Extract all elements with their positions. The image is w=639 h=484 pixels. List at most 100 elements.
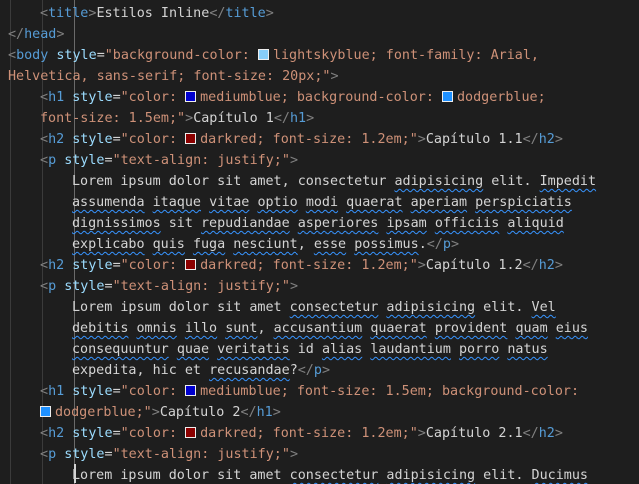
text-content (298, 195, 306, 210)
code-line[interactable]: explicabo quis fuga nesciunt, esse possi… (8, 234, 459, 255)
code-line[interactable]: dodgerblue;">Capítulo 2</h1> (8, 402, 281, 423)
punctuation: < (40, 6, 49, 21)
text-content: elit. (475, 300, 532, 315)
punctuation: > (289, 153, 298, 168)
spelling-warning: consequuntur (72, 342, 169, 357)
text-content (548, 321, 556, 336)
attribute-value: "text-align: justify;" (112, 447, 290, 462)
punctuation: < (40, 132, 49, 147)
text-content: Capítulo 1.2 (425, 258, 523, 273)
color-swatch-icon[interactable] (40, 406, 51, 417)
tag-name: p (313, 363, 322, 378)
spelling-warning: alias (321, 342, 363, 357)
attribute-value: "color: (120, 258, 186, 273)
punctuation: </ (209, 6, 226, 21)
text-content (177, 321, 185, 336)
text-content: = (104, 153, 113, 168)
text-content (403, 195, 411, 210)
attribute-name: style (56, 48, 97, 63)
attribute-value: dodgerblue; (456, 90, 546, 105)
color-swatch-icon[interactable] (185, 427, 197, 438)
color-swatch-icon[interactable] (185, 259, 197, 270)
spelling-warning: quam (515, 321, 548, 336)
code-line[interactable]: <h2 style="color: darkred; font-size: 1.… (8, 255, 563, 276)
code-line[interactable]: assumenda itaque vitae optio modi quaera… (8, 192, 572, 213)
spelling-warning: dignissimos (72, 216, 161, 231)
color-swatch-icon[interactable] (185, 133, 197, 144)
spelling-warning: aliquid (507, 216, 564, 231)
code-line[interactable]: consequuntur quae veritatis id alias lau… (8, 339, 548, 360)
punctuation: </ (8, 27, 25, 42)
tag-name: p (48, 447, 57, 462)
color-swatch-icon[interactable] (185, 385, 197, 396)
tag-name: p (442, 237, 451, 252)
text-content: elit. (483, 174, 540, 189)
text-content: Capítulo 2 (159, 405, 241, 420)
attribute-value: "text-align: justify;" (112, 153, 290, 168)
color-swatch-icon[interactable] (441, 91, 453, 102)
punctuation: </ (297, 363, 314, 378)
spelling-warning: eius (555, 321, 588, 336)
punctuation: > (56, 27, 65, 42)
code-line[interactable]: <p style="text-align: justify;"> (8, 150, 298, 171)
code-editor[interactable]: <title>Estilos Inline</title> </head> <bod… (0, 0, 639, 484)
code-line[interactable]: <h1 style="color: mediumblue; font-size:… (8, 381, 579, 402)
spelling-warning: perspiciatis (475, 195, 572, 210)
punctuation: < (40, 258, 49, 273)
code-line[interactable]: Helvetica, sans-serif; font-size: 20px;"… (8, 66, 339, 87)
code-line[interactable]: </head> (8, 24, 64, 45)
color-swatch-icon[interactable] (257, 49, 269, 60)
tag-name: h2 (48, 258, 65, 273)
text-content: Capítulo 1.1 (425, 132, 523, 147)
text-content: = (112, 258, 121, 273)
spelling-warning: nesciunt (233, 237, 298, 252)
punctuation: </ (522, 258, 539, 273)
punctuation: </ (522, 132, 539, 147)
text-content (145, 237, 153, 252)
code-line[interactable]: Lorem ipsum dolor sit amet, consectetur … (8, 171, 596, 192)
attribute-value: "color: (120, 426, 186, 441)
punctuation: > (330, 69, 339, 84)
color-swatch-icon[interactable] (185, 91, 197, 102)
code-line[interactable]: <title>Estilos Inline</title> (8, 3, 274, 24)
spelling-warning: ipsam (386, 216, 427, 231)
spelling-warning: illo (184, 321, 218, 336)
text-content: Capítulo 1 (193, 111, 274, 126)
punctuation: > (185, 111, 194, 126)
code-line[interactable]: <h2 style="color: darkred; font-size: 1.… (8, 129, 563, 150)
spelling-warning: assumenda (72, 195, 145, 210)
code-line[interactable]: font-size: 1.5em;">Capítulo 1</h1> (8, 108, 314, 129)
tag-name: h2 (48, 426, 65, 441)
code-line[interactable]: <p style="text-align: justify;"> (8, 276, 298, 297)
spelling-warning: adipisicing (386, 468, 476, 483)
spelling-warning: vitae (209, 195, 250, 210)
attribute-value: darkred; font-size: 1.2em;" (200, 426, 418, 441)
spelling-warning: debitis (72, 321, 129, 336)
text-content (185, 237, 193, 252)
text-content: sit (160, 216, 201, 231)
attribute-name: style (64, 447, 105, 462)
code-line[interactable]: Lorem ipsum dolor sit amet consectetur a… (8, 465, 588, 484)
text-content (145, 195, 153, 210)
code-line[interactable]: <body style="background-color: lightskyb… (8, 45, 539, 66)
attribute-name: style (64, 153, 105, 168)
code-line[interactable]: expedita, hic et recusandae?</p> (8, 360, 330, 381)
code-line[interactable]: <h1 style="color: mediumblue; background… (8, 87, 546, 108)
code-line[interactable]: dignissimos sit repudiandae asperiores i… (8, 213, 564, 234)
text-content: = (104, 279, 113, 294)
code-line[interactable]: debitis omnis illo sunt, accusantium qua… (8, 318, 588, 339)
attribute-value: dodgerblue;" (55, 405, 152, 420)
text-content (56, 153, 64, 168)
spelling-warning: veritatis (217, 342, 290, 357)
code-line[interactable]: <h2 style="color: darkred; font-size: 1.… (8, 423, 563, 444)
spelling-warning: quae (176, 342, 210, 357)
code-line[interactable]: Lorem ipsum dolor sit amet consectetur a… (8, 297, 556, 318)
code-line[interactable]: <p style="text-align: justify;"> (8, 444, 298, 465)
punctuation: > (417, 426, 426, 441)
spelling-warning: repudiandae (201, 216, 290, 231)
punctuation: < (40, 426, 49, 441)
text-content (56, 447, 64, 462)
attribute-value: darkred; font-size: 1.2em;" (200, 132, 418, 147)
tag-name: h2 (48, 132, 65, 147)
text-content: id (289, 342, 322, 357)
